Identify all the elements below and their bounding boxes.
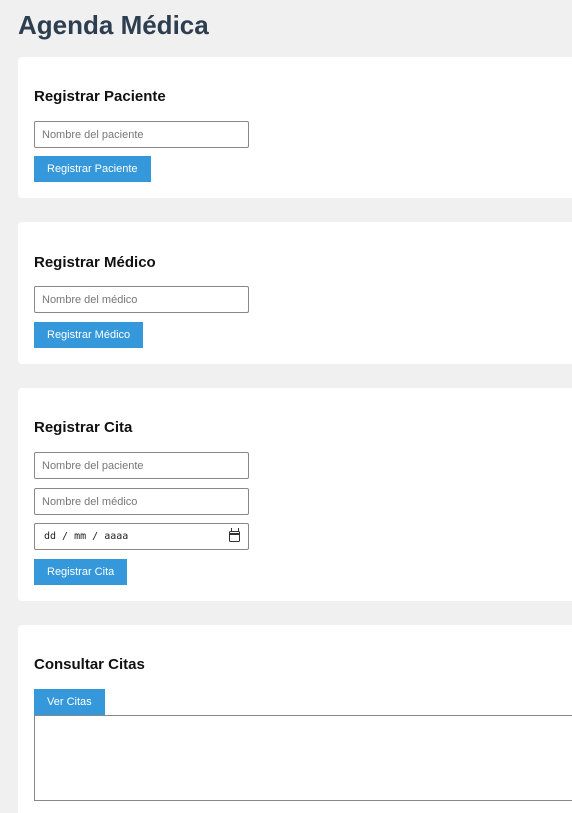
cita-medico-input[interactable]	[34, 488, 249, 515]
registrar-paciente-heading: Registrar Paciente	[34, 88, 166, 105]
cita-fecha-input[interactable]: dd / mm / aaaa	[34, 523, 249, 550]
citas-results-area[interactable]	[34, 715, 572, 801]
registrar-cita-heading: Registrar Cita	[34, 419, 133, 436]
registrar-medico-heading: Registrar Médico	[34, 254, 156, 271]
registrar-medico-button[interactable]: Registrar Médico	[34, 322, 144, 348]
cita-fecha-display: dd / mm / aaaa	[44, 531, 129, 542]
consultar-citas-card: Consultar Citas Ver Citas	[18, 625, 572, 813]
registrar-paciente-button[interactable]: Registrar Paciente	[34, 156, 151, 182]
registrar-paciente-card: Registrar Paciente Registrar Paciente	[18, 57, 572, 198]
ver-citas-button[interactable]: Ver Citas	[34, 689, 105, 715]
registrar-medico-card: Registrar Médico Registrar Médico	[18, 222, 572, 364]
consultar-citas-heading: Consultar Citas	[34, 656, 145, 673]
registrar-cita-button[interactable]: Registrar Cita	[34, 559, 128, 585]
cita-paciente-input[interactable]	[34, 452, 249, 479]
paciente-name-input[interactable]	[34, 121, 249, 148]
medico-name-input[interactable]	[34, 286, 249, 313]
registrar-cita-card: Registrar Cita dd / mm / aaaa Registrar …	[18, 388, 572, 601]
calendar-icon[interactable]	[229, 528, 240, 542]
page-title: Agenda Médica	[18, 10, 209, 40]
